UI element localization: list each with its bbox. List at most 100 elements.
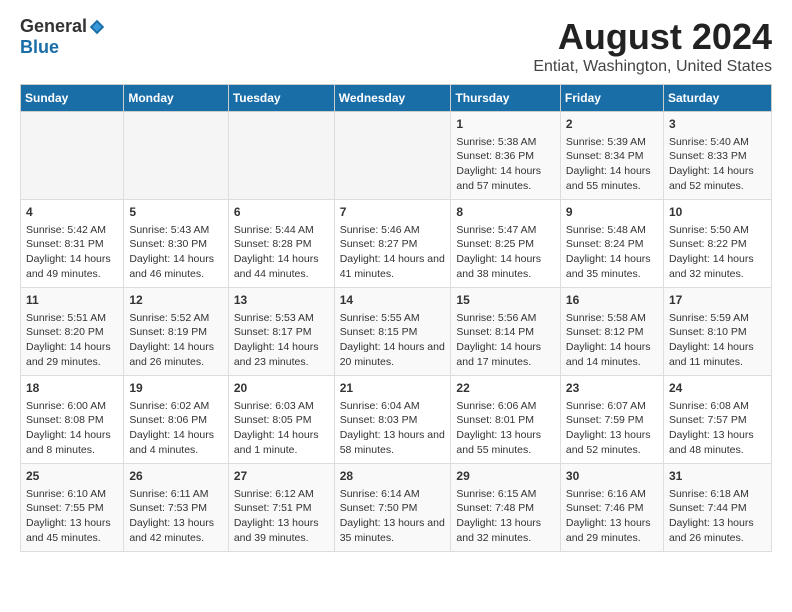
cell-text: Sunrise: 5:56 AM <box>456 311 555 326</box>
day-number: 10 <box>669 204 766 221</box>
day-number: 21 <box>340 380 446 397</box>
cell-text: Sunrise: 5:46 AM <box>340 223 446 238</box>
cell-text: Sunrise: 5:52 AM <box>129 311 222 326</box>
cell-text: Sunrise: 6:04 AM <box>340 399 446 414</box>
day-number: 7 <box>340 204 446 221</box>
page-subtitle: Entiat, Washington, United States <box>533 58 772 76</box>
cell-text: Sunset: 8:01 PM <box>456 413 555 428</box>
cell-text: Daylight: 14 hours and 14 minutes. <box>566 340 658 369</box>
cell-text: Sunset: 8:06 PM <box>129 413 222 428</box>
cell-text: Sunset: 8:31 PM <box>26 237 118 252</box>
cell-text: Daylight: 14 hours and 20 minutes. <box>340 340 446 369</box>
calendar-table: SundayMondayTuesdayWednesdayThursdayFrid… <box>20 84 772 552</box>
cell-text: Sunset: 8:10 PM <box>669 325 766 340</box>
cell-text: Daylight: 13 hours and 52 minutes. <box>566 428 658 457</box>
cell-text: Sunset: 8:33 PM <box>669 149 766 164</box>
cell-text: Daylight: 14 hours and 46 minutes. <box>129 252 222 281</box>
cell-text: Daylight: 14 hours and 26 minutes. <box>129 340 222 369</box>
cell-text: Sunset: 7:50 PM <box>340 501 446 516</box>
cell-text: Sunrise: 5:44 AM <box>234 223 329 238</box>
day-number: 18 <box>26 380 118 397</box>
day-number: 19 <box>129 380 222 397</box>
day-number: 30 <box>566 468 658 485</box>
calendar-cell: 6Sunrise: 5:44 AMSunset: 8:28 PMDaylight… <box>228 200 334 288</box>
cell-text: Daylight: 14 hours and 17 minutes. <box>456 340 555 369</box>
cell-text: Sunrise: 6:07 AM <box>566 399 658 414</box>
cell-text: Sunrise: 5:53 AM <box>234 311 329 326</box>
cell-text: Daylight: 14 hours and 4 minutes. <box>129 428 222 457</box>
cell-text: Sunset: 7:51 PM <box>234 501 329 516</box>
cell-text: Sunset: 8:30 PM <box>129 237 222 252</box>
title-area: August 2024 Entiat, Washington, United S… <box>533 16 772 76</box>
cell-text: Sunrise: 6:02 AM <box>129 399 222 414</box>
cell-text: Sunrise: 5:59 AM <box>669 311 766 326</box>
cell-text: Sunset: 8:27 PM <box>340 237 446 252</box>
calendar-header-row: SundayMondayTuesdayWednesdayThursdayFrid… <box>21 85 772 112</box>
calendar-cell: 1Sunrise: 5:38 AMSunset: 8:36 PMDaylight… <box>451 112 561 200</box>
cell-text: Sunset: 8:19 PM <box>129 325 222 340</box>
cell-text: Sunrise: 6:15 AM <box>456 487 555 502</box>
calendar-cell: 3Sunrise: 5:40 AMSunset: 8:33 PMDaylight… <box>663 112 771 200</box>
column-header-monday: Monday <box>124 85 228 112</box>
cell-text: Daylight: 14 hours and 29 minutes. <box>26 340 118 369</box>
cell-text: Daylight: 14 hours and 11 minutes. <box>669 340 766 369</box>
column-header-wednesday: Wednesday <box>334 85 451 112</box>
day-number: 17 <box>669 292 766 309</box>
cell-text: Sunset: 7:46 PM <box>566 501 658 516</box>
calendar-cell: 20Sunrise: 6:03 AMSunset: 8:05 PMDayligh… <box>228 376 334 464</box>
cell-text: Sunrise: 6:00 AM <box>26 399 118 414</box>
day-number: 3 <box>669 116 766 133</box>
cell-text: Sunset: 8:05 PM <box>234 413 329 428</box>
page-header: General Blue August 2024 Entiat, Washing… <box>20 16 772 76</box>
cell-text: Sunrise: 6:03 AM <box>234 399 329 414</box>
cell-text: Sunrise: 6:10 AM <box>26 487 118 502</box>
cell-text: Sunset: 8:14 PM <box>456 325 555 340</box>
cell-text: Daylight: 13 hours and 42 minutes. <box>129 516 222 545</box>
cell-text: Daylight: 13 hours and 58 minutes. <box>340 428 446 457</box>
column-header-saturday: Saturday <box>663 85 771 112</box>
column-header-thursday: Thursday <box>451 85 561 112</box>
day-number: 11 <box>26 292 118 309</box>
cell-text: Sunset: 8:34 PM <box>566 149 658 164</box>
cell-text: Sunset: 8:24 PM <box>566 237 658 252</box>
calendar-cell: 18Sunrise: 6:00 AMSunset: 8:08 PMDayligh… <box>21 376 124 464</box>
calendar-cell <box>334 112 451 200</box>
cell-text: Sunset: 8:03 PM <box>340 413 446 428</box>
cell-text: Sunset: 7:44 PM <box>669 501 766 516</box>
cell-text: Daylight: 14 hours and 49 minutes. <box>26 252 118 281</box>
day-number: 9 <box>566 204 658 221</box>
calendar-cell: 11 Sunrise: 5:51 AMSunset: 8:20 PMDayligh… <box>21 288 124 376</box>
calendar-cell: 2Sunrise: 5:39 AMSunset: 8:34 PMDaylight… <box>560 112 663 200</box>
calendar-cell: 21 Sunrise: 6:04 AMSunset: 8:03 PMDayligh… <box>334 376 451 464</box>
calendar-cell: 15Sunrise: 5:56 AMSunset: 8:14 PMDayligh… <box>451 288 561 376</box>
day-number: 29 <box>456 468 555 485</box>
calendar-cell: 24Sunrise: 6:08 AMSunset: 7:57 PMDayligh… <box>663 376 771 464</box>
cell-text: Sunrise: 6:08 AM <box>669 399 766 414</box>
cell-text: Daylight: 14 hours and 55 minutes. <box>566 164 658 193</box>
calendar-cell: 30Sunrise: 6:16 AMSunset: 7:46 PMDayligh… <box>560 464 663 552</box>
week-row-3: 11Sunrise: 5:51 AMSunset: 8:20 PMDayligh… <box>21 288 772 376</box>
calendar-cell: 28Sunrise: 6:14 AMSunset: 7:50 PMDayligh… <box>334 464 451 552</box>
calendar-cell: 13Sunrise: 5:53 AMSunset: 8:17 PMDayligh… <box>228 288 334 376</box>
cell-text: Sunset: 7:59 PM <box>566 413 658 428</box>
cell-text: Daylight: 14 hours and 44 minutes. <box>234 252 329 281</box>
calendar-cell: 10Sunrise: 5:50 AMSunset: 8:22 PMDayligh… <box>663 200 771 288</box>
calendar-cell: 4 Sunrise: 5:42 AMSunset: 8:31 PMDaylight… <box>21 200 124 288</box>
cell-text: Sunrise: 5:42 AM <box>26 223 118 238</box>
day-number: 27 <box>234 468 329 485</box>
cell-text: Daylight: 13 hours and 45 minutes. <box>26 516 118 545</box>
day-number: 5 <box>129 204 222 221</box>
day-number: 4 <box>26 204 118 221</box>
calendar-cell: 9Sunrise: 5:48 AMSunset: 8:24 PMDaylight… <box>560 200 663 288</box>
day-number: 2 <box>566 116 658 133</box>
cell-text: Sunrise: 6:06 AM <box>456 399 555 414</box>
calendar-cell: 26Sunrise: 6:11 AMSunset: 7:53 PMDayligh… <box>124 464 228 552</box>
cell-text: Sunrise: 5:51 AM <box>26 311 118 326</box>
cell-text: Daylight: 14 hours and 38 minutes. <box>456 252 555 281</box>
cell-text: Sunset: 8:08 PM <box>26 413 118 428</box>
cell-text: Sunset: 8:12 PM <box>566 325 658 340</box>
calendar-cell <box>21 112 124 200</box>
logo-icon <box>88 18 106 36</box>
cell-text: Sunset: 8:20 PM <box>26 325 118 340</box>
page-title: August 2024 <box>533 16 772 58</box>
